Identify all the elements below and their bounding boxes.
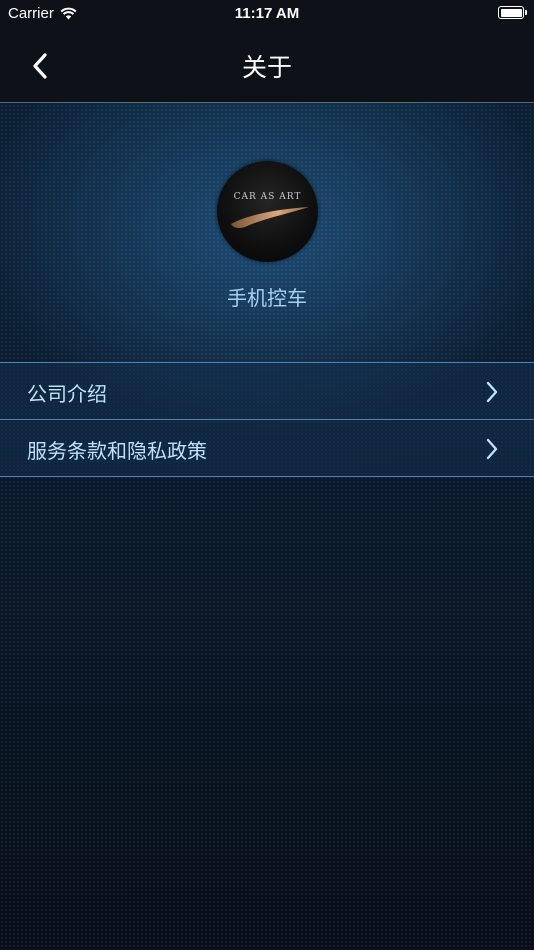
chevron-right-icon (486, 381, 498, 403)
menu-item-company-intro[interactable]: 公司介绍 (0, 362, 534, 419)
chevron-right-icon (486, 438, 498, 460)
menu-item-terms-privacy[interactable]: 服务条款和隐私政策 (0, 419, 534, 477)
navigation-bar: 关于 (0, 28, 534, 103)
status-bar: Carrier 11:17 AM (0, 0, 534, 28)
about-menu: 公司介绍 服务条款和隐私政策 (0, 362, 534, 477)
page-title: 关于 (241, 53, 292, 82)
app-logo: CAR AS ART (217, 161, 318, 262)
logo-swoosh (231, 207, 309, 228)
menu-item-label: 服务条款和隐私政策 (27, 439, 207, 463)
status-time: 11:17 AM (234, 5, 300, 22)
app-name: 手机控车 (227, 286, 307, 310)
battery-icon (498, 6, 527, 19)
menu-item-label: 公司介绍 (27, 382, 107, 406)
